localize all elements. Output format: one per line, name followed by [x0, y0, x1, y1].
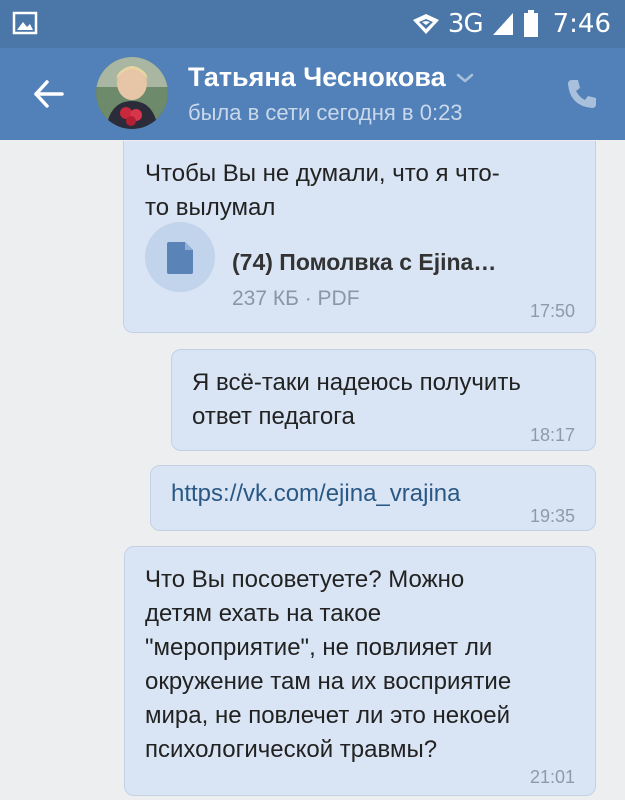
status-bar: 3G 7:46 — [0, 0, 625, 48]
message-line: "мероприятие", не повлияет ли — [145, 634, 493, 661]
document-icon — [167, 242, 193, 274]
message-line: детям ехать на такое — [145, 600, 382, 627]
message-bubble[interactable]: Чтобы Вы не думали, что я что- то вылума… — [123, 141, 596, 333]
back-arrow-icon[interactable] — [28, 74, 68, 114]
file-attachment[interactable] — [145, 222, 215, 292]
message-line: Что Вы посоветуете? Можно — [145, 566, 465, 593]
gallery-icon — [12, 11, 38, 35]
message-line: ответ педагога — [192, 403, 355, 430]
signal-icon — [492, 13, 513, 35]
message-text: Чтобы Вы не думали, что я что- то вылума… — [145, 157, 500, 225]
wifi-icon — [412, 14, 439, 34]
message-line: мира, не повлечет ли это некоей — [145, 702, 511, 729]
message-time: 19:35 — [529, 506, 575, 526]
message-line: Я всё-таки надеюсь получить — [192, 369, 521, 396]
network-type: 3G — [447, 9, 484, 39]
message-line: психологической травмы? — [145, 736, 438, 763]
message-line: то вылумал — [145, 194, 276, 221]
message-link[interactable]: https://vk.com/ejina_vrajina — [171, 480, 460, 508]
status-time: 7:46 — [552, 9, 611, 39]
chevron-down-icon[interactable] — [456, 72, 474, 84]
avatar[interactable] — [96, 57, 168, 129]
message-time: 18:17 — [529, 425, 575, 445]
last-seen-status: была в сети сегодня в 0:23 — [188, 100, 463, 125]
message-line: окружение там на их восприятие — [145, 668, 512, 695]
message-text: Я всё-таки надеюсь получить ответ педаго… — [192, 366, 521, 434]
phone-icon[interactable] — [564, 76, 600, 112]
message-text: Что Вы посоветуете? Можно детям ехать на… — [145, 563, 511, 767]
message-time: 21:01 — [529, 767, 575, 787]
message-bubble[interactable]: Я всё-таки надеюсь получить ответ педаго… — [171, 349, 596, 451]
message-line: Чтобы Вы не думали, что я что- — [145, 160, 500, 187]
contact-name-row[interactable]: Татьяна Чеснокова — [188, 62, 474, 93]
message-bubble[interactable]: Что Вы посоветуете? Можно детям ехать на… — [124, 546, 596, 796]
chat-header: Татьяна Чеснокова была в сети сегодня в … — [0, 48, 625, 140]
message-bubble[interactable]: https://vk.com/ejina_vrajina 19:35 — [150, 465, 596, 531]
file-name[interactable]: (74) Помолвка с Ejina… — [232, 249, 496, 276]
battery-icon — [523, 10, 538, 37]
message-time: 17:50 — [529, 301, 575, 321]
contact-name[interactable]: Татьяна Чеснокова — [188, 62, 446, 93]
file-meta: 237 КБ · PDF — [232, 287, 360, 310]
